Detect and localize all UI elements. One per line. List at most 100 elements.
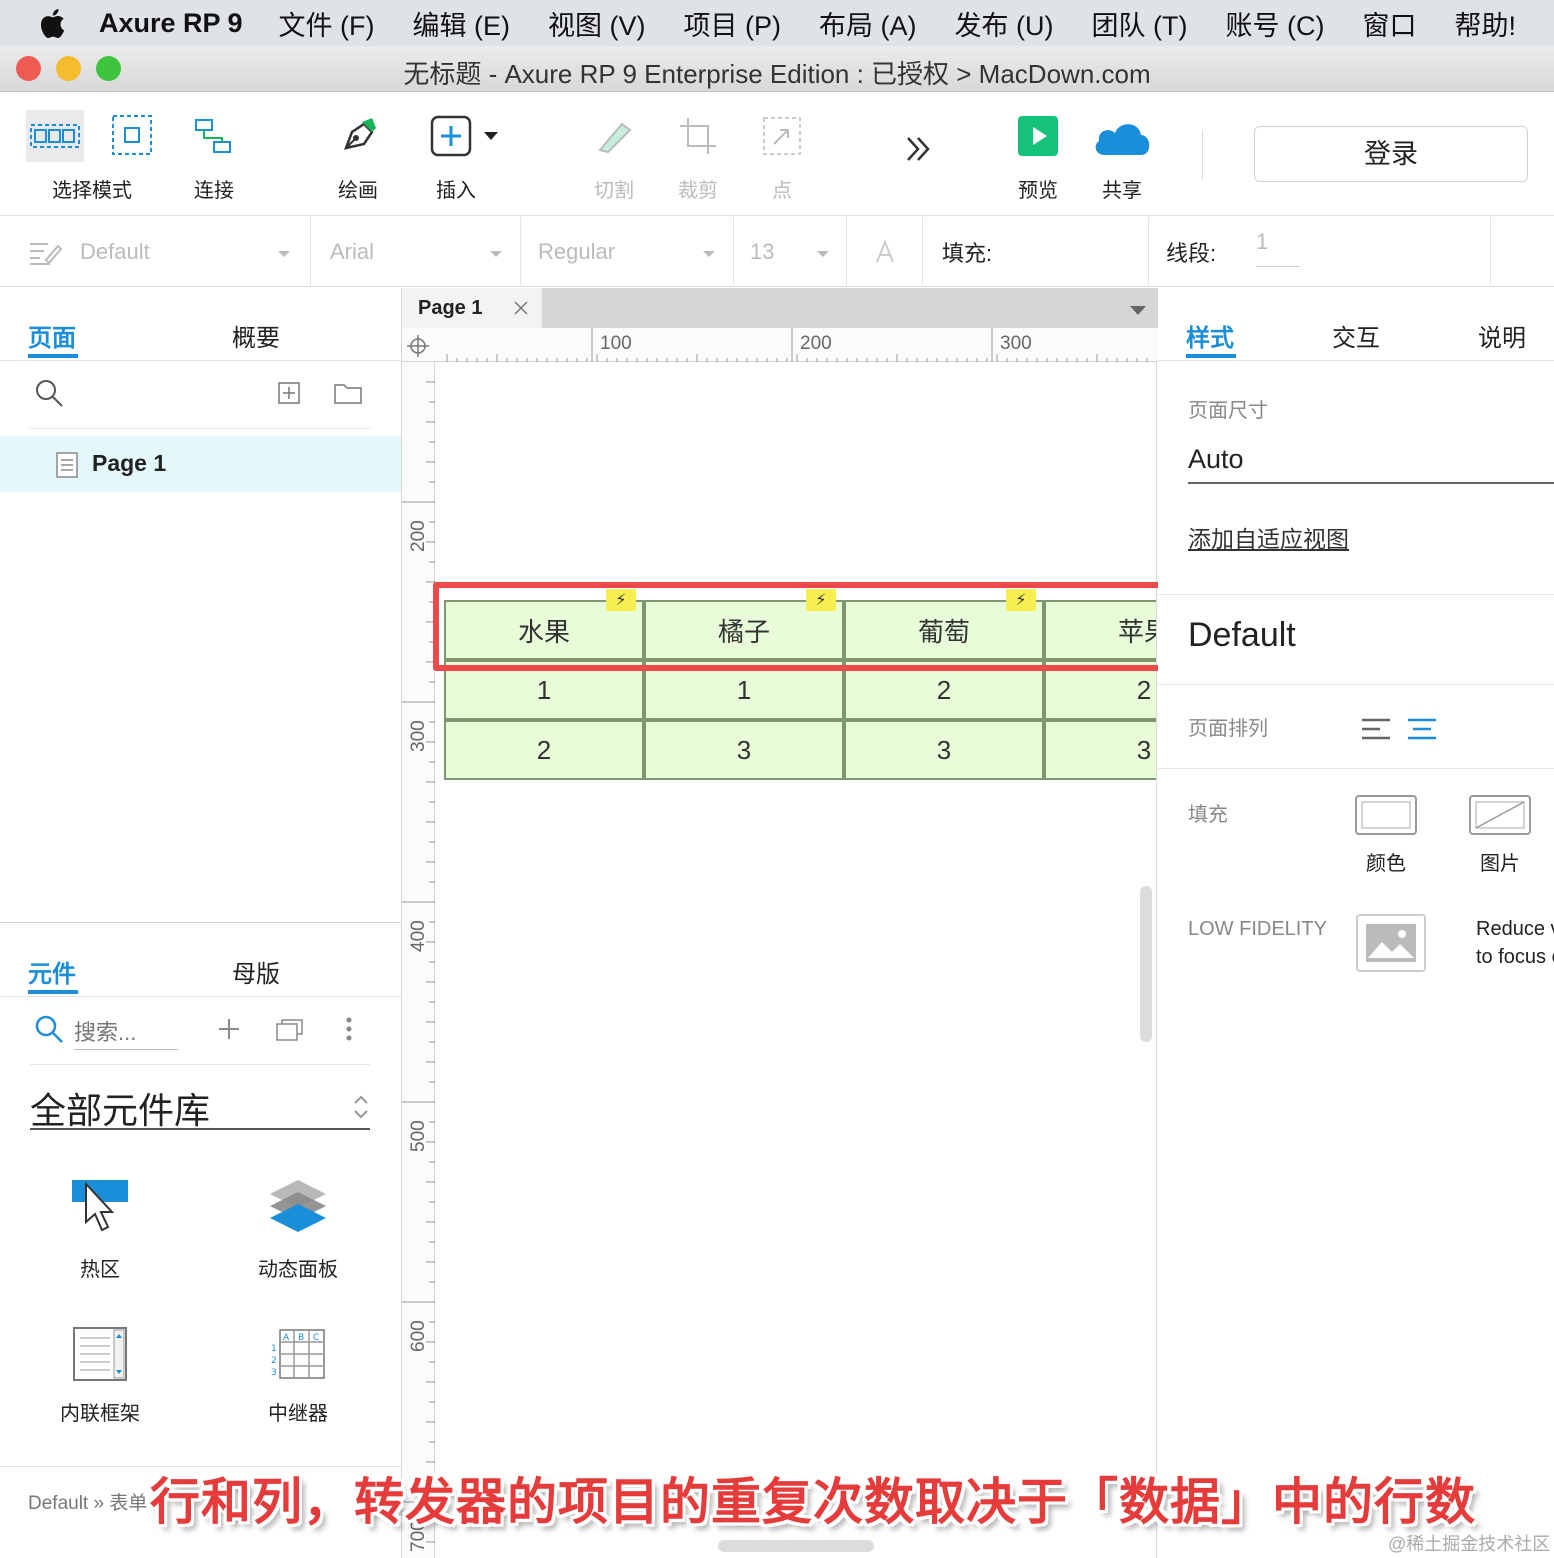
widget-label: 中继器 [268, 1403, 328, 1425]
menu-view[interactable]: 视图 (V) [548, 4, 646, 43]
share-button[interactable]: 共享 [1088, 110, 1156, 203]
menu-file[interactable]: 文件 (F) [279, 4, 375, 43]
table-cell[interactable]: 3 [844, 720, 1044, 780]
crosshair-icon[interactable] [406, 334, 430, 358]
table-cell[interactable]: 3 [644, 720, 844, 780]
login-button[interactable]: 登录 [1254, 126, 1528, 182]
widget-hotspot[interactable]: 热区 [40, 1176, 160, 1282]
add-page-icon[interactable] [278, 382, 300, 404]
draw-button[interactable]: 绘画 [328, 110, 388, 203]
style-tab-indicator [1186, 354, 1236, 358]
weight-dropdown[interactable]: Regular [538, 217, 615, 287]
divider [1158, 594, 1554, 595]
double-chevron-icon [907, 137, 930, 161]
font-dropdown[interactable]: Arial [330, 217, 374, 287]
cut-button[interactable]: 切割 [584, 110, 644, 203]
menu-team[interactable]: 团队 (T) [1092, 4, 1188, 43]
pen-icon [344, 118, 376, 150]
widget-search-input[interactable] [74, 1016, 178, 1050]
select-mode-button[interactable]: 选择模式 [26, 110, 156, 203]
add-adaptive-view-link[interactable]: 添加自适应视图 [1188, 520, 1349, 554]
ruler-label: 200 [408, 520, 429, 552]
style-dropdown[interactable]: Default [28, 217, 150, 287]
close-tab-icon[interactable] [514, 301, 528, 315]
size-dropdown[interactable]: 13 [750, 217, 774, 287]
menu-edit[interactable]: 编辑 (E) [413, 4, 511, 43]
tab-interactions[interactable]: 交互 [1332, 318, 1380, 353]
crop-button[interactable]: 裁剪 [668, 110, 728, 203]
preview-button[interactable]: 预览 [1008, 110, 1068, 203]
svg-text:A: A [283, 1333, 290, 1343]
svg-text:3: 3 [271, 1368, 277, 1378]
svg-text:2: 2 [271, 1356, 277, 1366]
fill-label: 填充 [1188, 804, 1228, 826]
align-center-icon[interactable] [1408, 718, 1436, 740]
svg-text:C: C [313, 1333, 319, 1343]
color-swatch-icon [1355, 795, 1417, 835]
page-align-label: 页面排列 [1188, 718, 1268, 740]
widget-inline-frame[interactable]: 内联框架 [40, 1324, 160, 1426]
divider [0, 360, 401, 361]
point-label: 点 [772, 180, 792, 202]
align-left-icon[interactable] [1362, 718, 1390, 740]
widget-label: 动态面板 [258, 1259, 338, 1281]
line-width-input[interactable]: 1 [1256, 217, 1300, 267]
tab-notes[interactable]: 说明 [1478, 318, 1526, 353]
vertical-scrollbar[interactable] [1140, 886, 1152, 1042]
tab-list-dropdown-icon[interactable] [1130, 306, 1146, 315]
add-folder-icon[interactable] [334, 382, 362, 404]
library-select[interactable]: 全部元件库 [30, 1082, 370, 1131]
tab-pages[interactable]: 页面 [28, 318, 76, 353]
annotation-caption: 行和列，转发器的项目的重复次数取决于「数据」中的行数 [150, 1474, 1476, 1530]
menu-project[interactable]: 项目 (P) [684, 4, 782, 43]
tab-style[interactable]: 样式 [1186, 318, 1234, 353]
add-library-icon[interactable] [218, 1018, 240, 1040]
fill-image-button[interactable]: 图片 [1468, 794, 1532, 876]
table-cell[interactable]: 2 [444, 720, 644, 780]
connect-button[interactable]: 连接 [184, 110, 244, 203]
style-name[interactable]: Default [1188, 616, 1296, 655]
line-label: 线段: [1166, 241, 1217, 266]
share-label: 共享 [1102, 180, 1142, 202]
low-fidelity-toggle[interactable] [1356, 914, 1426, 972]
font-color-button[interactable] [874, 217, 896, 287]
page-size-dropdown[interactable]: Auto [1188, 444, 1554, 484]
menu-arrange[interactable]: 布局 (A) [819, 4, 917, 43]
menu-account[interactable]: 账号 (C) [1226, 4, 1325, 43]
apple-icon[interactable] [40, 3, 69, 43]
font-value: Arial [330, 239, 375, 264]
search-icon[interactable] [34, 378, 64, 408]
menu-publish[interactable]: 发布 (U) [955, 4, 1054, 43]
insert-button[interactable]: 插入 [424, 110, 504, 203]
point-button[interactable]: 点 [752, 110, 812, 203]
more-tools-button[interactable] [896, 134, 940, 170]
repeater-icon: A B C 1 2 3 [271, 1329, 325, 1379]
tab-widgets[interactable]: 元件 [28, 954, 76, 989]
watermark: @稀土掘金技术社区 [1388, 1534, 1551, 1554]
intersect-select-icon[interactable] [110, 114, 154, 158]
ruler-label: 400 [408, 920, 429, 952]
cloud-icon [1095, 124, 1150, 155]
widget-dynamic-panel[interactable]: 动态面板 [238, 1176, 358, 1282]
ruler-ticks [446, 328, 1148, 362]
horizontal-scrollbar[interactable] [718, 1540, 874, 1552]
more-options-icon[interactable] [344, 1016, 354, 1042]
tab-outline[interactable]: 概要 [232, 318, 280, 353]
knife-icon [598, 122, 632, 154]
page-list-item[interactable]: Page 1 [0, 436, 401, 492]
fill-color-button[interactable]: 颜色 [1354, 794, 1418, 876]
tab-page-1[interactable]: Page 1 [402, 288, 542, 328]
format-divider [846, 217, 847, 287]
menu-window[interactable]: 窗口 [1362, 4, 1416, 43]
widget-repeater[interactable]: ABC 1 2 3 中继器 [238, 1324, 358, 1426]
menu-help[interactable]: 帮助! [1454, 4, 1516, 43]
canvas-area: Page 1 100 200 300 200 300 400 500 600 7… [401, 288, 1158, 1558]
divider [1158, 360, 1554, 361]
app-menu[interactable]: Axure RP 9 [99, 8, 243, 39]
insert-dropdown-icon[interactable] [484, 132, 498, 140]
crop-icon [680, 118, 716, 154]
divider [0, 922, 401, 923]
library-stack-icon[interactable] [276, 1016, 304, 1042]
tab-masters[interactable]: 母版 [232, 954, 280, 989]
table-cell[interactable]: 3 [1044, 720, 1156, 780]
